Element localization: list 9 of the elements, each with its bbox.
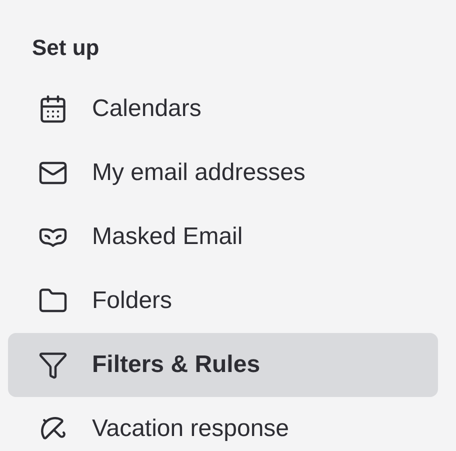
settings-nav-item[interactable]: My email addresses bbox=[8, 141, 438, 205]
settings-nav-item[interactable]: Calendars bbox=[8, 77, 438, 141]
section-heading: Set up bbox=[32, 35, 100, 60]
filter-icon bbox=[38, 350, 68, 380]
settings-nav-item[interactable]: Masked Email bbox=[8, 205, 438, 269]
settings-nav-item[interactable]: Folders bbox=[8, 269, 438, 333]
settings-nav-item[interactable]: Vacation response bbox=[8, 397, 438, 451]
settings-nav-item[interactable]: Filters & Rules bbox=[8, 333, 438, 397]
calendar-icon bbox=[38, 94, 68, 124]
